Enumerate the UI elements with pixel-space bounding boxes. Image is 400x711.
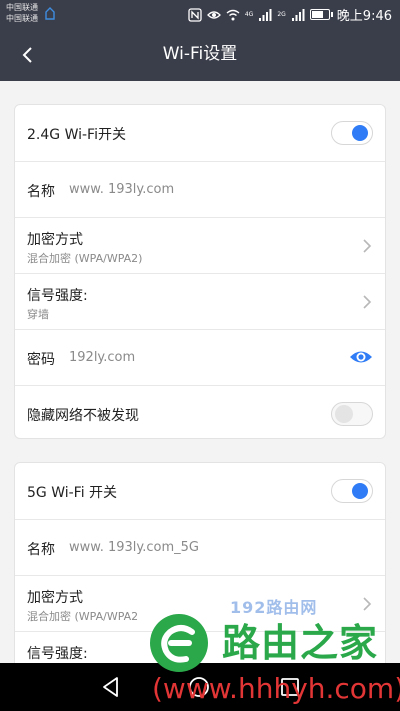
nfc-icon xyxy=(188,7,202,22)
wifi-24g-signal-row[interactable]: 信号强度: 穿墙 xyxy=(15,273,385,329)
page-title: Wi-Fi设置 xyxy=(162,44,238,64)
chevron-right-icon xyxy=(363,597,372,611)
wifi-24g-hide-row: 隐藏网络不被发现 xyxy=(15,385,385,438)
hide-network-label: 隐藏网络不被发现 xyxy=(27,408,139,424)
wifi-5g-name-value: www. 193ly.com_5G xyxy=(69,540,199,555)
wifi-24g-encryption-row[interactable]: 加密方式 混合加密 (WPA/WPA2) xyxy=(15,217,385,273)
watermark-logo-icon xyxy=(150,614,208,672)
battery-fill xyxy=(311,11,323,18)
watermark-url: (www.hhhyh.com) xyxy=(152,672,400,705)
watermark-brand: 路由之家 xyxy=(222,621,379,665)
toggle-knob xyxy=(352,125,368,141)
wifi-24g-encryption-value: 混合加密 (WPA/WPA2) xyxy=(27,252,143,265)
wifi-5g-toggle[interactable] xyxy=(331,479,373,503)
toggle-knob xyxy=(352,483,368,499)
nav-back-triangle-icon[interactable] xyxy=(100,675,122,699)
encryption-label: 加密方式 xyxy=(27,590,83,606)
wifi-status-icon xyxy=(226,9,240,20)
wifi-5g-switch-row: 5G Wi-Fi 开关 xyxy=(15,463,385,519)
wifi-5g-encryption-value: 混合加密 (WPA/WPA2 xyxy=(27,610,139,623)
status-bar: 中国联通 中国联通 4G 2G 晚上9:46 xyxy=(0,0,400,28)
signal-bars-icon-2 xyxy=(291,8,305,21)
show-password-eye-icon[interactable] xyxy=(349,348,373,366)
chevron-right-icon xyxy=(363,295,372,309)
wifi-24g-password-row[interactable]: 密码 192ly.com xyxy=(15,329,385,385)
back-button[interactable] xyxy=(12,40,42,70)
wifi-24g-toggle[interactable] xyxy=(331,121,373,145)
signal-bars-icon xyxy=(259,8,272,21)
wifi-24g-switch-label: 2.4G Wi-Fi开关 xyxy=(27,127,126,143)
password-label: 密码 xyxy=(27,352,55,368)
name-label: 名称 xyxy=(27,184,55,200)
app-header: Wi-Fi设置 xyxy=(0,28,400,81)
wifi-24g-switch-row: 2.4G Wi-Fi开关 xyxy=(15,105,385,161)
carrier-2: 中国联通 xyxy=(6,14,38,23)
status-time: 晚上9:46 xyxy=(336,9,392,24)
hide-network-toggle[interactable] xyxy=(331,402,373,426)
wifi-24g-name-row[interactable]: 名称 www. 193ly.com xyxy=(15,161,385,217)
carrier-hotspot-icon xyxy=(45,7,55,20)
signal-strength-label: 信号强度: xyxy=(27,288,88,304)
status-icons: 4G 2G 晚上9:46 xyxy=(188,5,392,24)
battery-icon xyxy=(309,9,333,20)
wifi-24g-card: 2.4G Wi-Fi开关 名称 www. 193ly.com 加密方式 混合加密… xyxy=(14,104,386,439)
wifi-24g-name-value: www. 193ly.com xyxy=(69,182,175,197)
wifi-24g-password-value: 192ly.com xyxy=(69,350,136,365)
signal-label-2: 2G xyxy=(277,11,286,18)
eye-comfort-icon xyxy=(206,10,221,19)
carrier-labels: 中国联通 中国联通 xyxy=(6,2,38,24)
name-label: 名称 xyxy=(27,542,55,558)
wifi-5g-name-row[interactable]: 名称 www. 193ly.com_5G xyxy=(15,519,385,575)
wifi-5g-switch-label: 5G Wi-Fi 开关 xyxy=(27,485,118,501)
carrier-1: 中国联通 xyxy=(6,3,38,12)
chevron-left-icon xyxy=(22,47,32,63)
toggle-knob xyxy=(335,405,353,423)
wifi-24g-signal-value: 穿墙 xyxy=(27,308,49,321)
signal-strength-label: 信号强度: xyxy=(27,646,88,662)
signal-label-1: 4G xyxy=(244,11,254,18)
encryption-label: 加密方式 xyxy=(27,232,83,248)
chevron-right-icon xyxy=(363,239,372,253)
